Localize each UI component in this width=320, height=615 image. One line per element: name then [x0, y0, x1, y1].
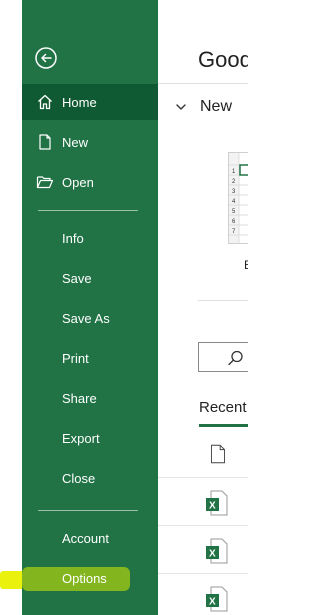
chevron-down-icon	[176, 104, 186, 110]
back-arrow-circle-icon	[35, 47, 57, 69]
nav-divider	[38, 510, 138, 511]
nav-label-save: Save	[62, 270, 92, 286]
new-section-label: New	[200, 98, 233, 115]
nav-label-export: Export	[62, 430, 100, 446]
template-label: E	[244, 258, 248, 272]
svg-text:X: X	[209, 549, 216, 560]
nav-label-options: Options	[62, 570, 107, 586]
greeting-title: Good	[198, 47, 248, 72]
nav-item-open[interactable]: Open	[22, 164, 158, 200]
nav-item-save[interactable]: Save	[22, 260, 158, 296]
nav-item-save-as[interactable]: Save As	[22, 300, 158, 336]
spreadsheet-grid-icon: 1 2 3 4 5 6 7	[229, 153, 248, 243]
search-input[interactable]	[198, 342, 248, 372]
backstage-sidebar: Home New Open Info Save Save As Print Sh…	[22, 0, 158, 615]
open-folder-icon	[36, 173, 54, 191]
nav-item-print[interactable]: Print	[22, 340, 158, 376]
nav-item-new[interactable]: New	[22, 124, 158, 160]
blank-workbook-template[interactable]: 1 2 3 4 5 6 7	[228, 152, 248, 244]
backstage-content: Good New 1 2 3 4 5 6 7 Recent X X X	[158, 0, 248, 615]
svg-text:X: X	[209, 501, 216, 512]
nav-label-home: Home	[62, 94, 97, 110]
excel-file-icon: X	[206, 538, 228, 564]
nav-label-new: New	[62, 134, 89, 150]
home-icon	[36, 93, 54, 111]
back-button[interactable]	[34, 46, 58, 70]
content-divider	[198, 300, 248, 301]
nav-item-account[interactable]: Account	[22, 520, 158, 556]
excel-file-icon: X	[206, 490, 228, 516]
recent-tab-underline	[199, 424, 248, 427]
recent-file-row[interactable]: X	[158, 478, 248, 526]
svg-text:X: X	[209, 597, 216, 608]
search-icon	[228, 350, 243, 366]
recent-tab[interactable]: Recent	[199, 399, 247, 416]
nav-label-info: Info	[62, 230, 84, 246]
excel-file-icon: X	[206, 586, 228, 612]
nav-label-close: Close	[62, 470, 96, 486]
window-edge	[0, 0, 22, 615]
nav-label-open: Open	[62, 174, 94, 190]
nav-item-export[interactable]: Export	[22, 420, 158, 456]
recent-file-row[interactable]: X	[158, 526, 248, 574]
nav-item-options[interactable]: Options	[22, 560, 158, 596]
nav-item-info[interactable]: Info	[22, 220, 158, 256]
nav-divider	[38, 210, 138, 211]
nav-label-share: Share	[62, 390, 97, 406]
new-document-icon	[36, 133, 54, 151]
document-icon	[210, 444, 226, 464]
nav-item-share[interactable]: Share	[22, 380, 158, 416]
recent-header-row	[158, 430, 248, 478]
nav-label-account: Account	[62, 530, 109, 546]
new-section-header[interactable]: New	[174, 98, 232, 116]
nav-label-print: Print	[62, 350, 89, 366]
excel-backstage-window: Home New Open Info Save Save As Print Sh…	[0, 0, 248, 615]
nav-item-home[interactable]: Home	[22, 84, 158, 120]
nav-item-close[interactable]: Close	[22, 460, 158, 496]
recent-file-row[interactable]: X	[158, 574, 248, 615]
nav-label-save-as: Save As	[62, 310, 110, 326]
